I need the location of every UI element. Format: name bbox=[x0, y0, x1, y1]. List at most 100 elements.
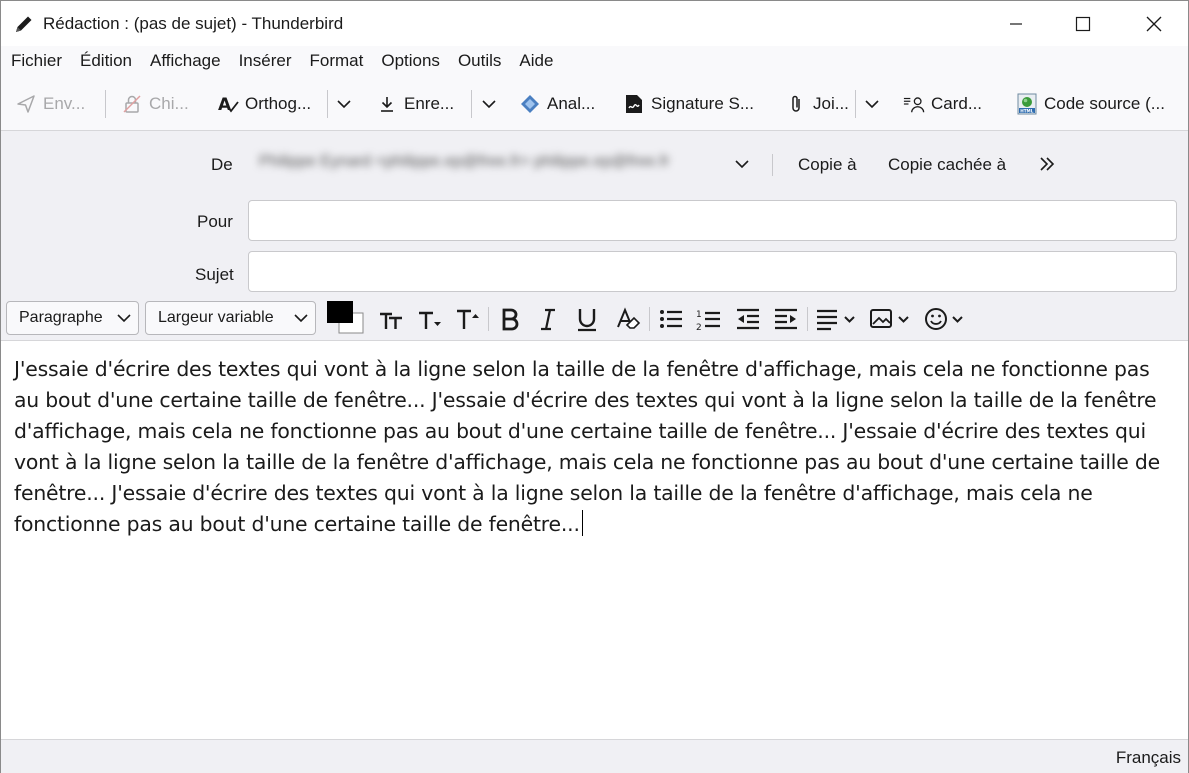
chevron-down-icon bbox=[735, 160, 749, 169]
insert-dropdown[interactable] bbox=[869, 305, 913, 333]
send-icon bbox=[15, 93, 37, 115]
message-body-content: J'essaie d'écrire des textes qui vont à … bbox=[14, 357, 1160, 536]
diamond-icon bbox=[519, 93, 541, 115]
spelling-label: Orthog... bbox=[245, 94, 312, 113]
signature-button[interactable]: Signature S... bbox=[623, 90, 754, 118]
status-bar: Français bbox=[1, 739, 1188, 773]
toolbar-separator bbox=[105, 90, 106, 118]
toolbar-separator bbox=[855, 90, 856, 118]
spelling-button[interactable]: A Orthog... bbox=[217, 90, 311, 118]
emoji-dropdown[interactable] bbox=[923, 305, 967, 333]
chevron-down-icon bbox=[865, 100, 879, 109]
pencil-icon bbox=[13, 13, 35, 35]
bold-icon[interactable] bbox=[496, 305, 524, 333]
message-body-text[interactable]: J'essaie d'écrire des textes qui vont à … bbox=[14, 354, 1176, 540]
spellcheck-language-button[interactable]: Français bbox=[1116, 748, 1181, 768]
svg-text:HTML: HTML bbox=[1020, 108, 1034, 113]
svg-text:2: 2 bbox=[696, 323, 702, 333]
encrypt-label: Chi... bbox=[149, 94, 189, 113]
more-recipients-button[interactable] bbox=[1035, 153, 1059, 175]
save-dropdown[interactable] bbox=[480, 93, 498, 115]
menu-fichier[interactable]: Fichier bbox=[11, 51, 62, 71]
contact-card-icon bbox=[903, 93, 925, 115]
analyze-button[interactable]: Anal... bbox=[519, 90, 595, 118]
menu-outils[interactable]: Outils bbox=[458, 51, 501, 71]
menu-edition[interactable]: Édition bbox=[80, 51, 132, 71]
font-family-value: Largeur variable bbox=[158, 309, 274, 326]
chevron-down-icon bbox=[337, 100, 351, 109]
paragraph-format-value: Paragraphe bbox=[19, 309, 103, 326]
download-icon bbox=[376, 93, 398, 115]
indent-icon[interactable] bbox=[772, 305, 800, 333]
format-separator bbox=[649, 307, 650, 331]
send-button[interactable]: Env... bbox=[15, 90, 85, 118]
toolbar-separator bbox=[327, 90, 328, 118]
font-size-larger-icon[interactable] bbox=[454, 305, 482, 333]
paragraph-format-select[interactable]: Paragraphe bbox=[6, 301, 139, 335]
font-size-smaller-icon[interactable] bbox=[416, 305, 444, 333]
text-caret bbox=[581, 510, 583, 536]
signature-label: Signature S... bbox=[651, 94, 755, 113]
menu-aide[interactable]: Aide bbox=[519, 51, 553, 71]
image-icon bbox=[870, 309, 909, 328]
from-label: De bbox=[211, 155, 233, 174]
to-label: Pour bbox=[197, 212, 233, 231]
svg-text:A: A bbox=[218, 95, 232, 115]
spelling-dropdown[interactable] bbox=[335, 93, 353, 115]
header-separator bbox=[772, 154, 773, 176]
italic-icon[interactable] bbox=[534, 305, 562, 333]
toolbar-separator bbox=[471, 90, 472, 118]
format-separator bbox=[807, 307, 808, 331]
compose-toolbar: Env... Chi... A Orthog... Enre... Anal..… bbox=[1, 76, 1188, 131]
maximize-button[interactable] bbox=[1060, 1, 1106, 46]
menu-bar: Fichier Édition Affichage Insérer Format… bbox=[1, 46, 1188, 76]
close-button[interactable] bbox=[1131, 1, 1177, 46]
encrypt-button[interactable]: Chi... bbox=[121, 90, 189, 118]
compose-window: Rédaction : (pas de sujet) - Thunderbird… bbox=[0, 0, 1189, 773]
text-color-picker[interactable] bbox=[325, 299, 365, 335]
clear-formatting-icon[interactable] bbox=[614, 305, 642, 333]
menu-format[interactable]: Format bbox=[310, 51, 364, 71]
source-label: Code source (... bbox=[1044, 94, 1165, 113]
message-body-editor[interactable]: J'essaie d'écrire des textes qui vont à … bbox=[1, 342, 1188, 739]
add-bcc-button[interactable]: Copie cachée à bbox=[888, 155, 1006, 175]
vcard-button[interactable]: Card... bbox=[903, 90, 982, 118]
from-dropdown[interactable] bbox=[731, 153, 753, 175]
numbered-list-icon[interactable]: 12 bbox=[695, 305, 723, 333]
save-button[interactable]: Enre... bbox=[376, 90, 454, 118]
subject-input[interactable] bbox=[248, 251, 1177, 292]
menu-affichage[interactable]: Affichage bbox=[150, 51, 221, 71]
format-toolbar: Paragraphe Largeur variable 1 2 bbox=[1, 297, 1188, 341]
to-input[interactable] bbox=[248, 200, 1177, 241]
lock-icon bbox=[121, 93, 143, 115]
smiley-icon bbox=[925, 308, 963, 330]
bullet-list-icon[interactable] bbox=[657, 305, 685, 333]
format-separator bbox=[488, 307, 489, 331]
chevron-down-icon bbox=[117, 314, 131, 323]
underline-icon[interactable] bbox=[573, 305, 601, 333]
menu-options[interactable]: Options bbox=[381, 51, 440, 71]
outdent-icon[interactable] bbox=[734, 305, 762, 333]
align-left-icon bbox=[817, 309, 855, 331]
attach-dropdown[interactable] bbox=[863, 93, 881, 115]
source-button[interactable]: HTML Code source (... bbox=[1016, 90, 1165, 118]
menu-inserer[interactable]: Insérer bbox=[239, 51, 292, 71]
paperclip-icon bbox=[785, 93, 807, 115]
from-identity[interactable]: Philippe Eynard <philippe.ep@free.fr> ph… bbox=[259, 153, 729, 175]
minimize-button[interactable] bbox=[993, 1, 1039, 46]
attach-label: Joi... bbox=[813, 94, 849, 113]
attach-button[interactable]: Joi... bbox=[785, 90, 849, 118]
align-dropdown[interactable] bbox=[815, 305, 859, 333]
svg-text:1: 1 bbox=[696, 310, 702, 320]
add-cc-button[interactable]: Copie à bbox=[798, 155, 857, 175]
signature-icon bbox=[623, 93, 645, 115]
send-label: Env... bbox=[43, 94, 86, 113]
title-bar: Rédaction : (pas de sujet) - Thunderbird bbox=[1, 1, 1188, 46]
font-size-reset-icon[interactable] bbox=[377, 305, 405, 333]
font-family-select[interactable]: Largeur variable bbox=[145, 301, 316, 335]
window-title: Rédaction : (pas de sujet) - Thunderbird bbox=[43, 14, 344, 33]
subject-label: Sujet bbox=[195, 265, 234, 284]
save-label: Enre... bbox=[404, 94, 455, 113]
analyze-label: Anal... bbox=[547, 94, 596, 113]
chevron-down-icon bbox=[482, 100, 496, 109]
